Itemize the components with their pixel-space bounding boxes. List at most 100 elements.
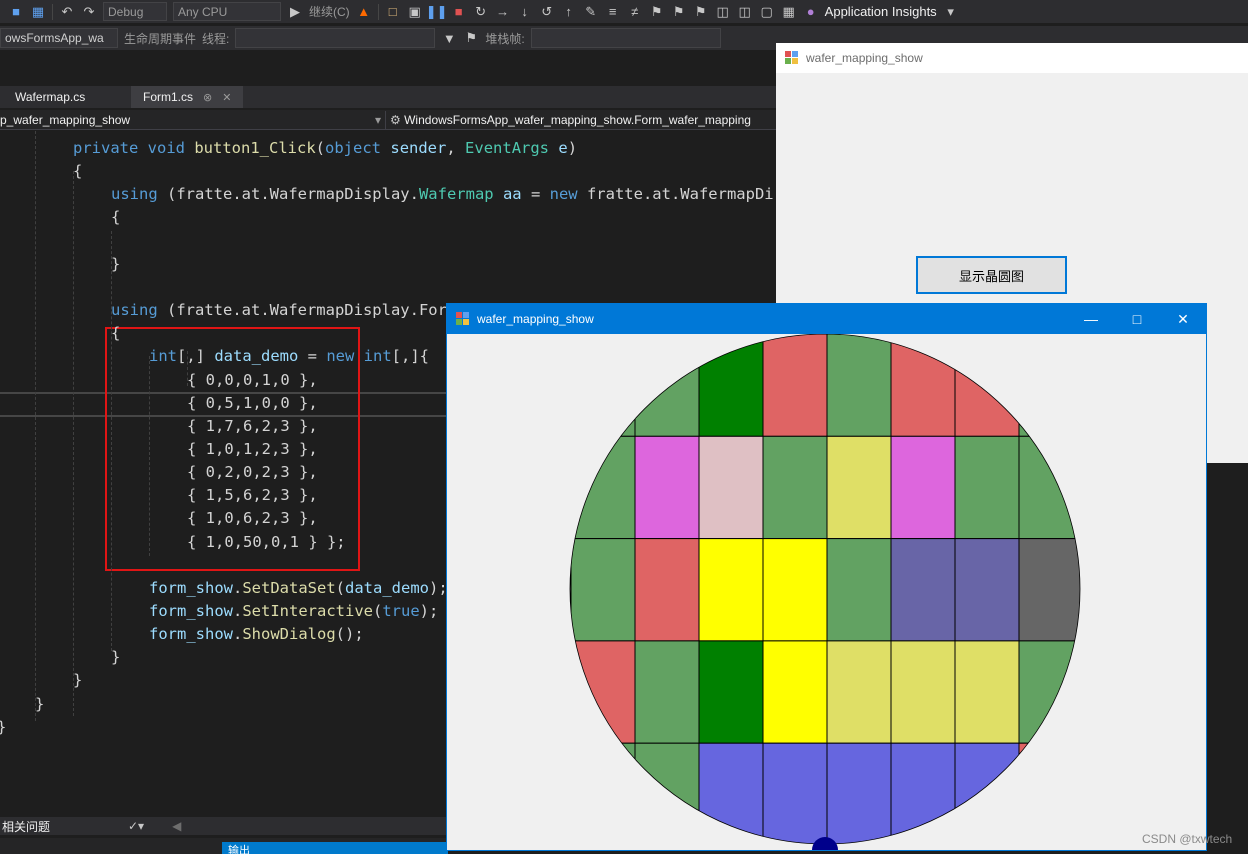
code-line[interactable]: } [73, 669, 82, 692]
filter-icon[interactable]: ▼ [441, 30, 457, 46]
play-icon[interactable]: ▶ [287, 4, 303, 20]
platform-select[interactable]: Any CPU [173, 2, 281, 21]
bookmark-icon[interactable]: ⚑ [649, 4, 665, 20]
continue-button[interactable]: 继续(C) [309, 3, 350, 20]
wafer-die[interactable] [699, 641, 763, 743]
wafer-die[interactable] [891, 436, 955, 538]
application-insights-button[interactable]: Application Insights [825, 4, 937, 19]
wafer-die[interactable] [891, 743, 955, 845]
wafer-die[interactable] [827, 334, 891, 436]
save-icon[interactable]: ■ [8, 4, 24, 20]
wafer-die[interactable] [955, 334, 1019, 436]
code-line[interactable]: { 0,0,0,1,0 }, [187, 369, 318, 392]
code-line[interactable]: private void button1_Click(object sender… [73, 137, 577, 160]
output-tab[interactable]: 输出 [222, 842, 448, 854]
type-navigation-dropdown[interactable]: ⚙ WindowsFormsApp_wafer_mapping_show.For… [386, 113, 751, 127]
wafer-die[interactable] [955, 641, 1019, 743]
pause-icon[interactable]: ❚❚ [429, 4, 445, 20]
thread-select[interactable] [235, 28, 435, 48]
wafer-die[interactable] [635, 641, 699, 743]
wafer-die[interactable] [827, 743, 891, 845]
wafer-die[interactable] [1019, 436, 1083, 538]
wafer-die[interactable] [891, 334, 955, 436]
wafer-die[interactable] [1019, 539, 1083, 641]
lightbulb-icon[interactable]: ● [803, 4, 819, 20]
tab-form1-cs[interactable]: Form1.cs ⊗ ✕ [131, 86, 243, 108]
code-line[interactable]: { 1,5,6,2,3 }, [187, 484, 318, 507]
step-over-icon[interactable]: → [495, 4, 511, 20]
step-back-icon[interactable]: ↺ [539, 4, 555, 20]
wafer-die[interactable] [1019, 334, 1083, 436]
config-select[interactable]: Debug [103, 2, 167, 21]
wafer-die[interactable] [955, 743, 1019, 845]
wafer-die[interactable] [763, 641, 827, 743]
code-line[interactable]: form_show.SetInteractive(true); [149, 600, 438, 623]
code-line[interactable]: { 0,5,1,0,0 }, [187, 392, 318, 415]
undo-icon[interactable]: ↶ [59, 4, 75, 20]
flag-icon[interactable]: ⚑ [463, 30, 479, 46]
stack-frame-select[interactable] [531, 28, 721, 48]
grid-icon[interactable]: ▦ [781, 4, 797, 20]
layout-alt-icon[interactable]: ◫ [737, 4, 753, 20]
wafer-die[interactable] [571, 334, 635, 436]
main-form-titlebar[interactable]: wafer_mapping_show [776, 43, 1248, 73]
scroll-left-icon[interactable]: ◀ [172, 819, 181, 833]
wafer-die[interactable] [891, 641, 955, 743]
wafer-die[interactable] [635, 334, 699, 436]
wafer-die[interactable] [571, 436, 635, 538]
step-out-icon[interactable]: ↑ [561, 4, 577, 20]
wafer-die[interactable] [699, 436, 763, 538]
code-line[interactable]: using (fratte.at.WafermapDisplay.For [111, 299, 447, 322]
code-line[interactable]: { [73, 160, 82, 183]
wafer-die[interactable] [635, 539, 699, 641]
wafer-die[interactable] [1019, 641, 1083, 743]
close-icon[interactable]: ✕ [1160, 304, 1206, 334]
pin-icon[interactable]: ⊗ [203, 91, 212, 104]
wafer-die[interactable] [1019, 743, 1083, 845]
wafer-die[interactable] [763, 743, 827, 845]
wafer-die[interactable] [571, 539, 635, 641]
show-wafer-button[interactable]: 显示晶圆图 [916, 256, 1067, 294]
stop-icon[interactable]: ■ [451, 4, 467, 20]
bookmark-prev-icon[interactable]: ⚑ [671, 4, 687, 20]
wafer-die[interactable] [955, 436, 1019, 538]
code-line[interactable]: } [111, 253, 120, 276]
wafer-die[interactable] [763, 334, 827, 436]
wafer-die[interactable] [699, 539, 763, 641]
wafer-die[interactable] [827, 641, 891, 743]
code-line[interactable]: } [0, 716, 6, 739]
code-line[interactable]: } [35, 693, 44, 716]
wafer-map[interactable] [447, 334, 1206, 850]
code-line[interactable]: { 1,0,50,0,1 } }; [187, 531, 346, 554]
screenshot-icon[interactable]: ▣ [407, 4, 423, 20]
redo-icon[interactable]: ↷ [81, 4, 97, 20]
code-line[interactable]: int[,] data_demo = new int[,]{ [149, 345, 429, 368]
code-line[interactable]: form_show.ShowDialog(); [149, 623, 364, 646]
wafer-die[interactable] [571, 641, 635, 743]
window-icon[interactable]: ▢ [759, 4, 775, 20]
folder-icon[interactable]: □ [385, 4, 401, 20]
hot-reload-icon[interactable]: ▲ [356, 4, 372, 20]
code-line[interactable]: { 0,2,0,2,3 }, [187, 461, 318, 484]
lifecycle-events-label[interactable]: 生命周期事件 [124, 30, 196, 47]
wafer-die[interactable] [699, 743, 763, 845]
minimize-icon[interactable]: — [1068, 304, 1114, 334]
brush-icon[interactable]: ✓▾ [128, 819, 144, 833]
wafer-die[interactable] [827, 436, 891, 538]
code-line[interactable]: using (fratte.at.WafermapDisplay.Waferma… [111, 183, 774, 206]
restart-icon[interactable]: ↻ [473, 4, 489, 20]
related-issues-label[interactable]: 相关问题 [0, 818, 112, 835]
project-select[interactable]: owsFormsApp_wa [0, 28, 118, 48]
wafer-die[interactable] [955, 539, 1019, 641]
project-navigation-dropdown[interactable]: p_wafer_mapping_show ▾ [0, 111, 386, 129]
wafer-die[interactable] [635, 436, 699, 538]
close-icon[interactable]: ✕ [222, 91, 231, 104]
wafer-die[interactable] [635, 743, 699, 845]
code-line[interactable]: { 1,7,6,2,3 }, [187, 415, 318, 438]
layout-icon[interactable]: ◫ [715, 4, 731, 20]
tab-wafermap-cs[interactable]: Wafermap.cs [3, 86, 97, 108]
code-line[interactable]: { [111, 206, 120, 229]
wafer-die[interactable] [891, 539, 955, 641]
wafer-die[interactable] [571, 743, 635, 845]
bookmark-next-icon[interactable]: ⚑ [693, 4, 709, 20]
